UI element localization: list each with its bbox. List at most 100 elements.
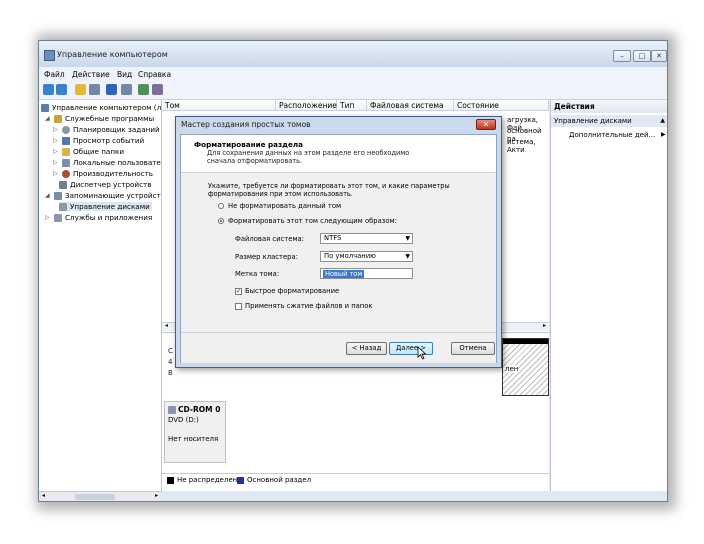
- cdrom-drive: DVD (D:): [168, 416, 199, 424]
- dialog-title: Мастер создания простых томов: [181, 120, 311, 129]
- col-type[interactable]: Тип: [337, 100, 367, 111]
- format-wizard-dialog: Мастер создания простых томов ✕ Форматир…: [175, 116, 502, 368]
- tree-item-services[interactable]: ▷ Службы и приложения: [45, 213, 152, 222]
- cluster-size-label: Размер кластера:: [235, 253, 298, 261]
- back-icon[interactable]: [43, 84, 54, 95]
- event-viewer-icon: [62, 136, 70, 145]
- row-status-3: истема, Акти: [507, 138, 536, 154]
- col-status[interactable]: Состояние: [454, 100, 549, 111]
- app-icon: [44, 50, 55, 61]
- tree-item-localusers[interactable]: ▷ Локальные пользовате: [53, 158, 161, 167]
- scroll-right-icon[interactable]: ▸: [155, 492, 158, 499]
- cluster-size-select[interactable]: По умолчанию ▼: [320, 251, 413, 262]
- users-icon: [62, 158, 70, 167]
- quick-format-label[interactable]: Быстрое форматирование: [245, 287, 339, 295]
- tools-icon: [54, 114, 62, 123]
- radio-format-label[interactable]: Форматировать этот том следующим образом…: [228, 217, 397, 225]
- dialog-content: Укажите, требуется ли форматировать этот…: [181, 173, 496, 332]
- computer-icon: [41, 103, 49, 112]
- window-title: Управление компьютером: [57, 50, 168, 59]
- cdrom-status: Нет носителя: [168, 435, 219, 443]
- cdrom-name: CD-ROM 0: [178, 405, 221, 414]
- unallocated-partition[interactable]: лен: [502, 338, 549, 396]
- maximize-button[interactable]: □: [633, 50, 651, 62]
- scroll-left-icon[interactable]: ◂: [165, 322, 168, 329]
- chevron-down-icon: ▼: [405, 253, 410, 260]
- col-filesystem[interactable]: Файловая система: [367, 100, 454, 111]
- legend-bar: Не распределен Основной раздел: [162, 473, 549, 488]
- properties-icon[interactable]: [121, 84, 132, 95]
- title-bar: Управление компьютером – □ ✕: [39, 41, 667, 67]
- tree-item-sharedfolders[interactable]: ▷ Общие папки: [53, 147, 124, 156]
- expand-icon[interactable]: ◢: [45, 115, 51, 122]
- col-volume[interactable]: Том: [162, 100, 276, 111]
- tree-scrollbar[interactable]: ◂ ▸: [39, 491, 161, 501]
- services-icon: [54, 213, 62, 222]
- menu-action[interactable]: Действие: [72, 70, 110, 79]
- filesystem-select[interactable]: NTFS ▼: [320, 233, 413, 244]
- tree-item-eventviewer[interactable]: ▷ Просмотр событий: [53, 136, 144, 145]
- scroll-thumb[interactable]: [75, 494, 115, 500]
- volume-label-input[interactable]: Новый том: [320, 268, 413, 279]
- dialog-body: Форматирование раздела Для сохранения да…: [180, 134, 497, 363]
- back-button[interactable]: < Назад: [346, 342, 387, 355]
- actions-section[interactable]: Управление дисками ▲: [551, 115, 667, 127]
- storage-icon: [54, 191, 62, 200]
- menu-view[interactable]: Вид: [117, 70, 132, 79]
- actions-header: Действия: [551, 100, 667, 113]
- settings-icon[interactable]: [152, 84, 163, 95]
- submenu-arrow-icon: ▶: [661, 131, 666, 138]
- actions-more[interactable]: Дополнительные дей... ▶: [569, 131, 666, 139]
- legend-primary: Основной раздел: [247, 476, 312, 484]
- dialog-footer: < Назад Далее > Отмена: [181, 332, 496, 363]
- shared-folder-icon: [62, 147, 70, 156]
- radio-no-format[interactable]: [218, 203, 224, 209]
- menu-help[interactable]: Справка: [138, 70, 171, 79]
- show-hide-tree-icon[interactable]: [89, 84, 100, 95]
- legend-primary-swatch: [237, 477, 244, 484]
- volume-label-label: Метка тома:: [235, 270, 280, 278]
- tree-item-storage[interactable]: ◢ Запоминающие устройст: [45, 191, 161, 200]
- folder-up-icon[interactable]: [75, 84, 86, 95]
- dialog-header: Форматирование раздела Для сохранения да…: [181, 135, 496, 173]
- tree-item-utilities[interactable]: ◢ Служебные программы: [45, 114, 154, 123]
- tree-item-diskmanagement[interactable]: Управление дисками: [59, 202, 152, 211]
- actions-pane: Действия Управление дисками ▲ Дополнитель…: [550, 100, 667, 491]
- tree-root[interactable]: Управление компьютером (л: [41, 103, 161, 112]
- menu-bar: Файл Действие Вид Справка: [39, 67, 667, 81]
- quick-format-checkbox[interactable]: ✓: [235, 288, 242, 295]
- tree-item-performance[interactable]: ▷ Производительность: [53, 169, 153, 178]
- navigation-tree: Управление компьютером (л ◢ Служебные про…: [39, 100, 162, 491]
- clock-icon: [62, 125, 70, 134]
- dialog-header-desc: Для сохранения данных на этом разделе ег…: [207, 149, 410, 165]
- cancel-button[interactable]: Отмена: [451, 342, 495, 355]
- cdrom-panel[interactable]: CD-ROM 0 DVD (D:) Нет носителя: [164, 401, 226, 463]
- toolbar: [39, 81, 667, 100]
- device-manager-icon: [59, 180, 67, 189]
- tree-item-scheduler[interactable]: ▷ Планировщик заданий: [53, 125, 160, 134]
- expand-icon[interactable]: ◢: [45, 192, 51, 199]
- compress-label[interactable]: Применять сжатие файлов и папок: [245, 302, 373, 310]
- tree-item-devicemanager[interactable]: Диспетчер устройств: [59, 180, 151, 189]
- close-button[interactable]: ✕: [651, 50, 667, 62]
- scroll-right-icon[interactable]: ▸: [543, 322, 546, 329]
- cursor-icon: [417, 346, 427, 360]
- scroll-left-icon[interactable]: ◂: [42, 492, 45, 499]
- radio-no-format-label[interactable]: Не форматировать данный том: [228, 202, 341, 210]
- help-icon[interactable]: [106, 84, 117, 95]
- cdrom-icon: [168, 405, 176, 414]
- compress-checkbox[interactable]: [235, 303, 242, 310]
- chevron-down-icon: ▼: [405, 235, 410, 242]
- menu-file[interactable]: Файл: [44, 70, 65, 79]
- filesystem-label: Файловая система:: [235, 235, 304, 243]
- dialog-close-button[interactable]: ✕: [476, 119, 496, 130]
- performance-icon: [62, 169, 70, 178]
- collapse-icon[interactable]: ▲: [660, 115, 665, 127]
- col-location[interactable]: Расположение: [276, 100, 337, 111]
- legend-unallocated-swatch: [167, 477, 174, 484]
- export-icon[interactable]: [138, 84, 149, 95]
- forward-icon[interactable]: [56, 84, 67, 95]
- minimize-button[interactable]: –: [613, 50, 631, 62]
- dialog-header-title: Форматирование раздела: [194, 140, 303, 149]
- radio-format[interactable]: [218, 218, 224, 224]
